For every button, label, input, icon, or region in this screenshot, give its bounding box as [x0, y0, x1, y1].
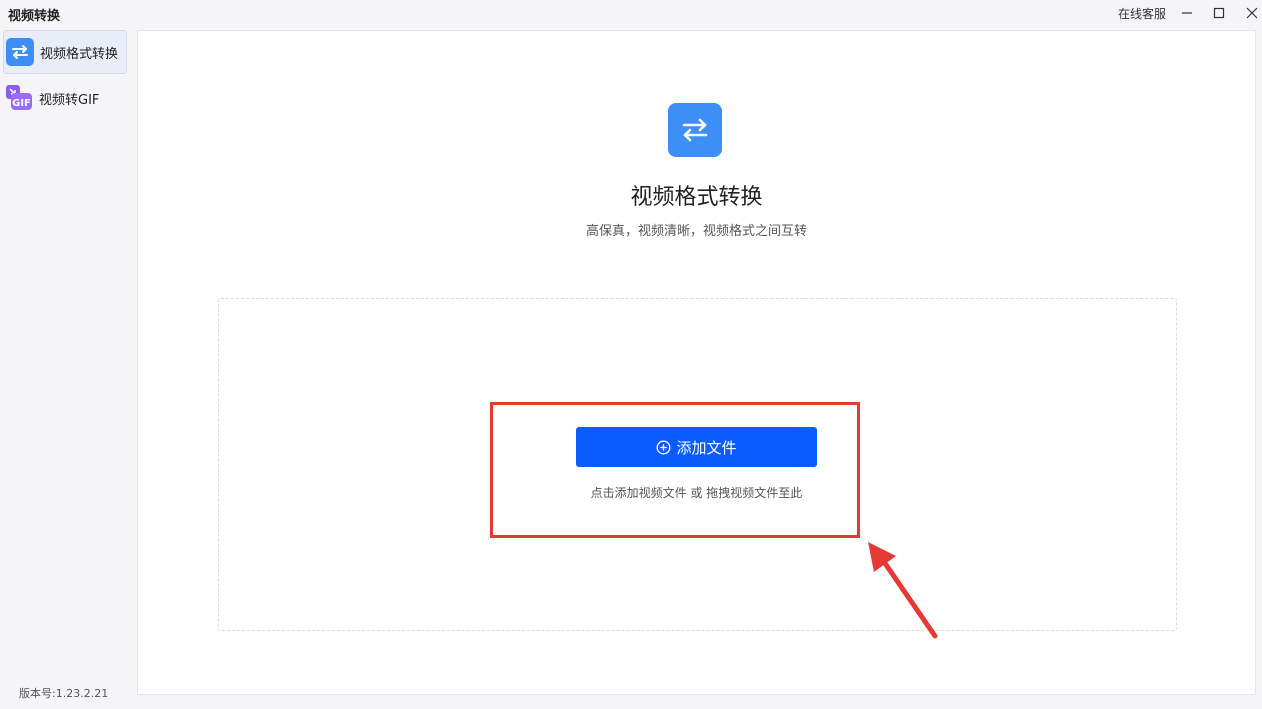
maximize-icon[interactable]: [1207, 2, 1231, 24]
add-file-label: 添加文件: [676, 438, 737, 457]
sidebar-item-video-to-gif[interactable]: GIF 视频转GIF: [3, 76, 127, 120]
page-title: 视频格式转换: [630, 185, 763, 210]
sidebar-item-label: 视频格式转换: [40, 46, 119, 62]
minimize-icon[interactable]: [1175, 2, 1199, 24]
gif-icon: GIF: [5, 84, 33, 112]
main-panel: 视频格式转换 高保真，视频清晰，视频格式之间互转 添加文件 点击添加视频文件 或…: [137, 30, 1256, 695]
sidebar-item-video-format-convert[interactable]: 视频格式转换: [3, 30, 127, 74]
swap-arrows-icon: [668, 103, 722, 157]
page-subtitle: 高保真，视频清晰，视频格式之间互转: [585, 224, 807, 239]
title-bar: 视频转换 在线客服: [0, 0, 1262, 28]
app-title: 视频转换: [8, 9, 61, 24]
drop-hint-text: 点击添加视频文件 或 拖拽视频文件至此: [590, 486, 803, 500]
online-service-link[interactable]: 在线客服: [1118, 5, 1166, 22]
swap-arrows-icon: [6, 38, 34, 66]
close-icon[interactable]: [1240, 2, 1262, 24]
sidebar-item-label: 视频转GIF: [39, 92, 100, 108]
svg-text:GIF: GIF: [12, 98, 31, 109]
sidebar: 视频格式转换 GIF 视频转GIF 版本号:1.23.2.21: [0, 30, 132, 709]
annotation-highlight-box: [490, 402, 860, 538]
plus-circle-icon: [656, 440, 671, 455]
version-label: 版本号:1.23.2.21: [19, 687, 109, 700]
add-file-button[interactable]: 添加文件: [576, 427, 817, 467]
